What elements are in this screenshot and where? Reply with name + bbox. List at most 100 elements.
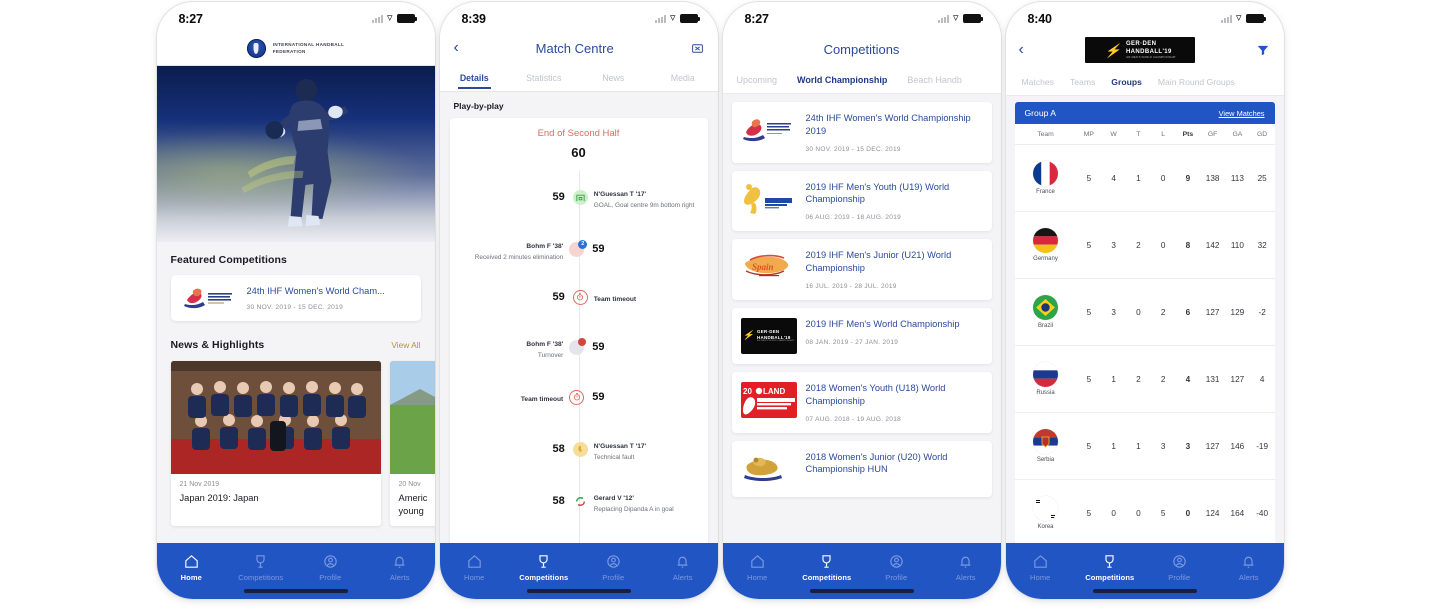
column-header-l: L (1161, 130, 1166, 138)
ihf-logo-icon (246, 39, 266, 58)
competition-list-item[interactable]: 2019 IHF Men's Youth (U19) World Champio… (731, 170, 992, 232)
tab-details[interactable]: Details (440, 73, 510, 89)
cell-gf: 127 (1205, 307, 1220, 317)
tab-competitions[interactable]: Competitions (509, 553, 579, 582)
tab-media[interactable]: Media (648, 73, 718, 83)
cellular-signal-icon (371, 15, 383, 23)
competition-list-item[interactable]: 24th IHF Women's World Championship 2019… (731, 102, 992, 163)
cell-pts: 9 (1185, 173, 1191, 183)
competition-filter-tabs[interactable]: Upcoming World Championship Beach Handb (722, 66, 1001, 94)
hero-banner[interactable] (156, 66, 435, 242)
table-row[interactable]: Korea 5 0 0 5 0 124 164 -40 (1014, 480, 1275, 547)
event-detail: Received 2 minutes elimination (474, 254, 564, 262)
tab-profile[interactable]: Profile (579, 553, 649, 582)
tab-home[interactable]: Home (1006, 553, 1076, 582)
featured-competition-dates: 30 NOV. 2019 - 15 DEC. 2019 (246, 303, 344, 311)
timeline-event[interactable]: 59 Team timeout (450, 282, 708, 312)
competition-list-item[interactable]: 2018 Women's Junior (U20) World Champion… (731, 440, 992, 497)
cell-gf: 124 (1205, 508, 1220, 518)
tab-label: Profile (885, 572, 908, 582)
timeline-event[interactable]: Bohm F '38' Turnover 59 (450, 332, 708, 362)
table-row[interactable]: Serbia 5 1 1 3 3 127 146 -19 (1014, 413, 1275, 480)
competition-list-item[interactable]: Spain 2019 IHF Men's Junior (U21) World … (731, 239, 992, 300)
tab-groups[interactable]: Groups (1103, 77, 1150, 87)
cell-ga: 129 (1230, 307, 1245, 317)
view-matches-link[interactable]: View Matches (1219, 109, 1265, 118)
featured-competition-card[interactable]: 24th IHF Women's World Cham... 30 NOV. 2… (170, 275, 421, 321)
tab-profile[interactable]: Profile (296, 553, 366, 582)
tab-statistics[interactable]: Statistics (509, 73, 579, 83)
timeline-event[interactable]: 59 N'Guessan T '17' GOAL, Goal centre 9m… (450, 182, 708, 212)
news-card[interactable]: 21 Nov 2019 Japan 2019: Japan (170, 361, 381, 527)
tab-main-round-groups[interactable]: Main Round Groups (1150, 77, 1243, 87)
tab-news[interactable]: News (579, 73, 649, 83)
timeline-event[interactable]: 58 N'Guessan T '17' Technical fault (450, 434, 708, 464)
home-icon (185, 554, 198, 568)
cell-w: 1 (1111, 374, 1116, 384)
timeline-event[interactable]: Team timeout 59 (450, 382, 708, 412)
tab-alerts[interactable]: Alerts (648, 553, 718, 582)
tab-competitions[interactable]: Competitions (792, 553, 862, 582)
back-button[interactable]: ‹ (454, 40, 459, 56)
tab-upcoming[interactable]: Upcoming (727, 75, 788, 85)
tab-competitions[interactable]: Competitions (1075, 553, 1145, 582)
cell-gd: -40 (1256, 508, 1269, 518)
profile-icon (324, 554, 337, 568)
back-button[interactable]: ‹ (1019, 42, 1024, 58)
featured-section-title: Featured Competitions (170, 254, 287, 266)
tab-alerts[interactable]: Alerts (1214, 553, 1284, 582)
cell-l: 0 (1160, 240, 1166, 250)
tab-teams[interactable]: Teams (1062, 77, 1103, 87)
table-row[interactable]: Brazil 5 3 0 2 6 127 129 -2 (1014, 279, 1275, 346)
column-header-w: W (1110, 130, 1117, 138)
tab-home[interactable]: Home (723, 553, 793, 582)
table-row[interactable]: Russia 5 1 2 2 4 131 127 4 (1014, 346, 1275, 413)
tab-label: Alerts (672, 572, 693, 582)
tab-home[interactable]: Home (440, 553, 510, 582)
tab-home[interactable]: Home (157, 553, 227, 582)
home-icon (1034, 554, 1047, 568)
wifi-icon: ▿ (669, 12, 676, 24)
tab-profile[interactable]: Profile (1145, 553, 1215, 582)
match-tabs[interactable]: Details Statistics News Media (439, 64, 718, 92)
wifi-icon: ▿ (952, 12, 959, 24)
home-icon (751, 554, 764, 568)
tab-matches[interactable]: Matches (1014, 77, 1062, 87)
tab-alerts[interactable]: Alerts (365, 553, 435, 582)
expand-icon[interactable] (691, 42, 704, 55)
team-name: Korea (1037, 524, 1054, 530)
competition-list-item[interactable]: ⚡ GER·DEN HANDBALL'19 IHF MEN'S WORLD CH… (731, 307, 992, 364)
cell-l: 0 (1160, 173, 1166, 183)
filter-icon[interactable] (1256, 43, 1270, 57)
cell-pts: 8 (1185, 240, 1191, 250)
column-header-gf: GF (1207, 130, 1218, 138)
cell-t: 1 (1136, 441, 1141, 451)
tab-beach-handball[interactable]: Beach Handb (897, 75, 972, 85)
tab-label: Home (464, 572, 485, 582)
competition-dates: 06 AUG. 2019 - 18 AUG. 2019 (805, 214, 902, 222)
competition-dates: 07 AUG. 2018 - 19 AUG. 2018 (805, 415, 902, 423)
hungary-2018-logo-icon (741, 451, 797, 487)
column-header-t: T (1136, 130, 1141, 138)
column-header-mp: MP (1083, 130, 1094, 138)
view-all-link[interactable]: View All (391, 340, 420, 350)
competition-list-item[interactable]: 20 LAND 2018 Women's Youth (U18) World C… (731, 371, 992, 433)
tab-alerts[interactable]: Alerts (931, 553, 1001, 582)
tab-competitions[interactable]: Competitions (226, 553, 296, 582)
group-section-tabs[interactable]: Matches Teams Groups Main Round Groups (1005, 68, 1284, 96)
timeline-event[interactable]: Bohm F '38' Received 2 minutes eliminati… (450, 234, 708, 264)
suspension-icon: 2 (569, 239, 588, 257)
tab-profile[interactable]: Profile (862, 553, 932, 582)
news-carousel[interactable]: 21 Nov 2019 Japan 2019: Japan 20 Nov Ame… (157, 361, 435, 527)
cell-pts: 6 (1185, 307, 1191, 317)
tab-label: Alerts (1238, 572, 1259, 582)
tab-world-championship[interactable]: World Championship (787, 75, 897, 85)
cell-l: 3 (1160, 441, 1166, 451)
timeline-event[interactable]: 58 Gerard V '12' Replacing Dipanda A in … (450, 486, 708, 516)
table-row[interactable]: Germany 5 3 2 0 8 142 110 32 (1014, 212, 1275, 279)
table-row[interactable]: France 5 4 1 0 9 138 113 25 (1014, 145, 1275, 212)
home-body: INTERNATIONAL HANDBALL FEDERATION Featur… (156, 32, 435, 599)
news-card[interactable]: 20 Nov Americ young (389, 361, 435, 527)
event-detail: GOAL, Goal centre 9m bottom right (593, 202, 695, 210)
cell-gd: -19 (1256, 441, 1269, 451)
